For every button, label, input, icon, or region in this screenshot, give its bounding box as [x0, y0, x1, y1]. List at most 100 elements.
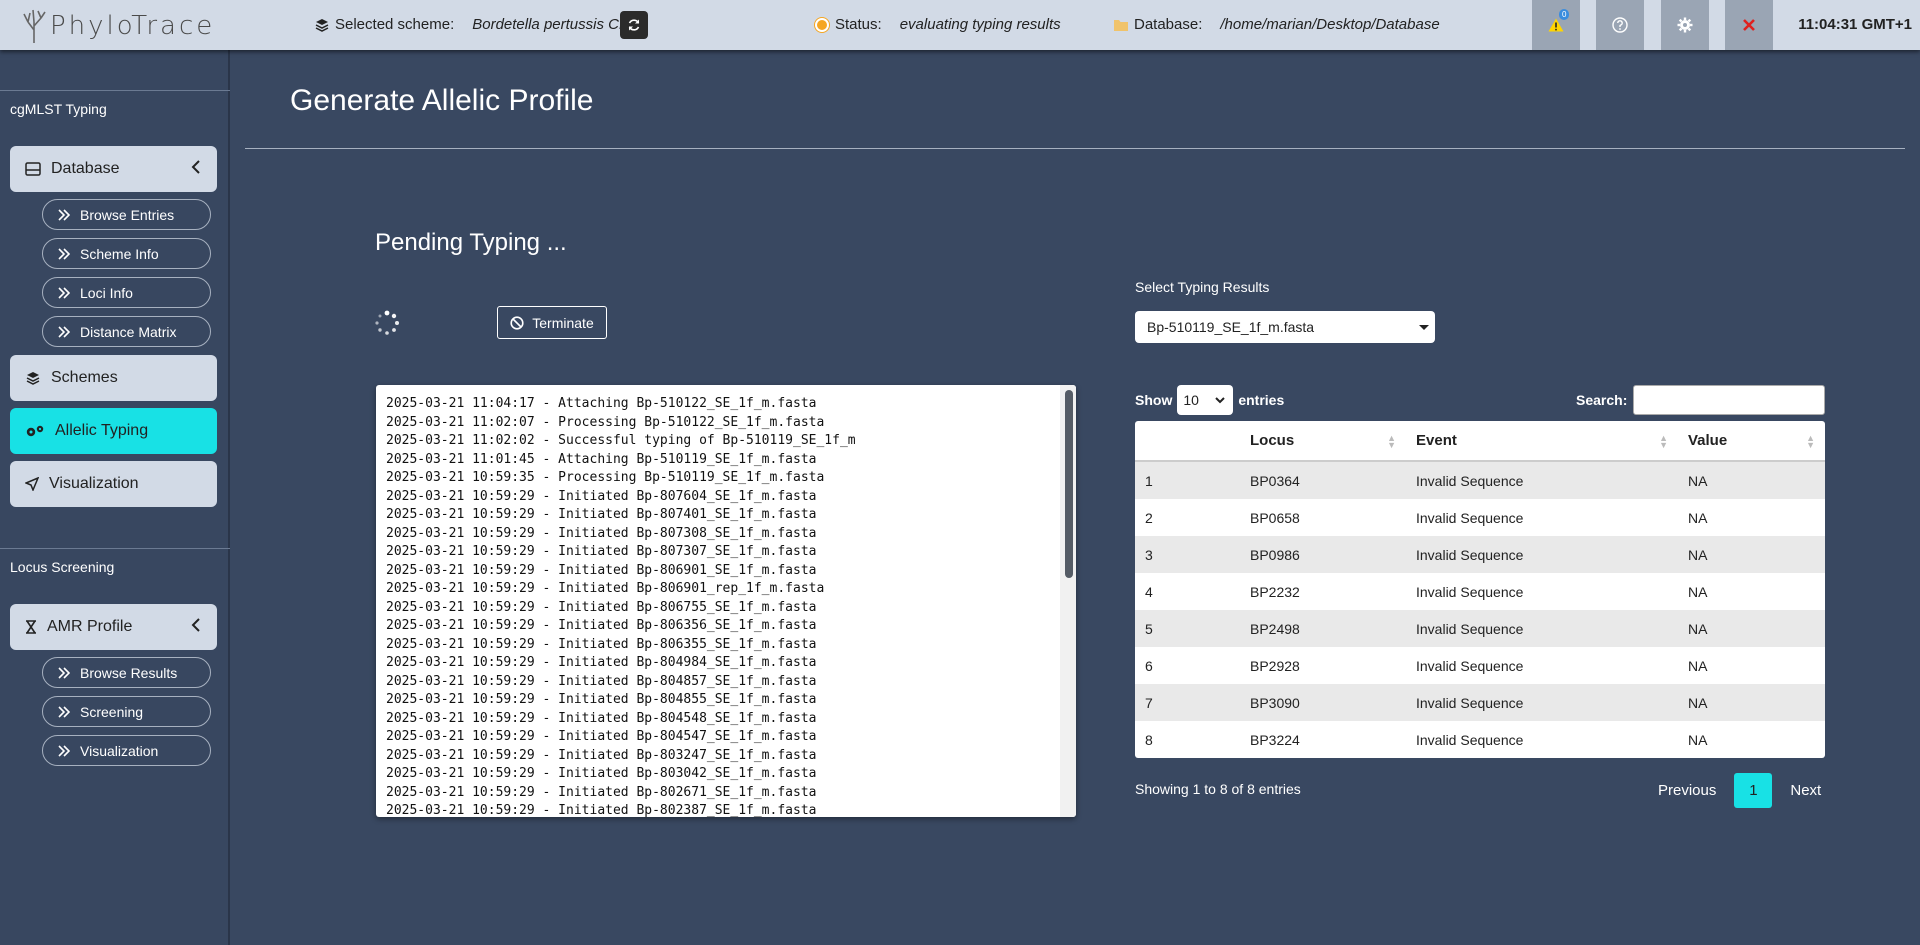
table-row[interactable]: 5 BP2498 Invalid Sequence NA: [1135, 610, 1825, 647]
cell-locus: BP2498: [1250, 620, 1300, 637]
alerts-button[interactable]: 0: [1532, 0, 1580, 50]
log-line: 2025-03-21 11:04:17 - Attaching Bp-51012…: [386, 396, 817, 411]
sidebar-item-visualization[interactable]: Visualization: [10, 461, 217, 507]
tree-logo-icon: [23, 9, 46, 43]
cell-index: 3: [1145, 546, 1153, 563]
sidebar-item-browse-results[interactable]: Browse Results: [42, 657, 211, 688]
typing-log[interactable]: 2025-03-21 11:04:17 - Attaching Bp-51012…: [376, 385, 1076, 817]
cell-value: NA: [1688, 546, 1708, 563]
pagination: Previous 1 Next: [1640, 773, 1839, 808]
log-scrollbar-thumb[interactable]: [1065, 390, 1073, 578]
sidebar-subitem-label: Visualization: [80, 742, 159, 759]
cell-value: NA: [1688, 694, 1708, 711]
sidebar-subitem-label: Browse Results: [80, 664, 178, 681]
sidebar-item-schemes[interactable]: Schemes: [10, 355, 217, 401]
log-line: 2025-03-21 10:59:35 - Processing Bp-5101…: [386, 470, 825, 485]
column-header-value[interactable]: Value ▲ ▼: [1678, 421, 1825, 460]
sidebar-subitem-label: Screening: [80, 703, 144, 720]
typing-results-select[interactable]: Bp-510119_SE_1f_m.fasta: [1135, 311, 1435, 343]
log-line: 2025-03-21 10:59:29 - Initiated Bp-80635…: [386, 636, 817, 652]
sidebar-item-database[interactable]: Database: [10, 146, 217, 192]
cell-event: Invalid Sequence: [1416, 657, 1524, 674]
sidebar-item-browse-entries[interactable]: Browse Entries: [42, 199, 211, 230]
previous-page-button[interactable]: Previous: [1640, 782, 1734, 799]
sort-icon: ▲ ▼: [1806, 433, 1815, 450]
status-value: evaluating typing results: [899, 16, 1061, 33]
settings-button[interactable]: [1661, 0, 1709, 50]
show-label: Show: [1135, 392, 1173, 408]
location-arrow-icon: [25, 477, 39, 491]
sidebar-item-amr-visualization[interactable]: Visualization: [42, 735, 211, 766]
database-indicator: Database: /home/marian/Desktop/Database: [1114, 16, 1440, 33]
sort-icon: ▲ ▼: [1387, 433, 1396, 450]
app-logo: PhyloTrace: [20, 8, 215, 44]
section-label-locus-screening: Locus Screening: [10, 559, 115, 575]
cell-event: Invalid Sequence: [1416, 509, 1524, 526]
sidebar-item-amr-profile[interactable]: AMR Profile: [10, 604, 217, 650]
page-length-select[interactable]: 10: [1177, 385, 1234, 415]
log-line: 2025-03-21 10:59:29 - Initiated Bp-80690…: [386, 581, 825, 596]
cell-event: Invalid Sequence: [1416, 546, 1524, 563]
results-table: Locus ▲ ▼ Event ▲ ▼ Value ▲ ▼ 1 BP0364 Invalid S…: [1135, 421, 1825, 758]
double-chevron-right-icon: [58, 744, 70, 757]
close-app-button[interactable]: [1725, 0, 1773, 50]
log-line: 2025-03-21 10:59:29 - Initiated Bp-80238…: [386, 803, 817, 817]
top-bar: PhyloTrace Selected scheme: Bordetella p…: [0, 0, 1920, 50]
sidebar-item-loci-info[interactable]: Loci Info: [42, 277, 211, 308]
log-line: 2025-03-21 11:02:02 - Successful typing …: [386, 433, 856, 448]
help-button[interactable]: [1596, 0, 1644, 50]
page-title: Generate Allelic Profile: [290, 84, 594, 117]
table-row[interactable]: 7 BP3090 Invalid Sequence NA: [1135, 684, 1825, 721]
log-line: 2025-03-21 10:59:29 - Initiated Bp-80324…: [386, 747, 817, 763]
cell-index: 5: [1145, 620, 1153, 637]
sidebar-item-label: Allelic Typing: [55, 422, 149, 439]
current-page-button[interactable]: 1: [1734, 773, 1773, 808]
sidebar-divider: [0, 90, 230, 91]
sidebar-item-screening[interactable]: Screening: [42, 696, 211, 727]
table-search: Search:: [1576, 385, 1826, 415]
refresh-icon: [628, 19, 640, 31]
title-divider: [245, 148, 1905, 149]
cell-locus: BP3224: [1250, 731, 1300, 748]
sidebar-subitem-label: Browse Entries: [80, 206, 175, 223]
sidebar-item-scheme-info[interactable]: Scheme Info: [42, 238, 211, 269]
alerts-count-badge: 0: [1559, 9, 1570, 20]
log-line: 2025-03-21 10:59:29 - Initiated Bp-80675…: [386, 599, 817, 615]
log-line: 2025-03-21 11:02:07 - Processing Bp-5101…: [386, 414, 825, 430]
cell-locus: BP0364: [1250, 472, 1300, 489]
question-circle-icon: [1612, 17, 1628, 33]
sidebar-item-allelic-typing[interactable]: Allelic Typing: [10, 408, 217, 454]
double-chevron-right-icon: [58, 286, 70, 299]
log-line: 2025-03-21 10:59:29 - Initiated Bp-80454…: [386, 729, 817, 744]
log-line: 2025-03-21 10:59:29 - Initiated Bp-80454…: [386, 710, 817, 726]
close-icon: [1743, 19, 1755, 31]
table-row[interactable]: 4 BP2232 Invalid Sequence NA: [1135, 573, 1825, 610]
terminate-label: Terminate: [532, 314, 594, 331]
scheme-label: Selected scheme:: [335, 16, 455, 33]
cell-locus: BP0986: [1250, 546, 1300, 563]
column-header-event[interactable]: Event ▲ ▼: [1406, 421, 1678, 460]
cell-index: 4: [1145, 583, 1153, 600]
log-line: 2025-03-21 10:59:29 - Initiated Bp-80690…: [386, 562, 817, 578]
log-line: 2025-03-21 10:59:29 - Initiated Bp-80740…: [386, 507, 817, 522]
table-row[interactable]: 2 BP0658 Invalid Sequence NA: [1135, 499, 1825, 536]
terminate-button[interactable]: Terminate: [497, 306, 607, 339]
log-scrollbar[interactable]: [1060, 385, 1076, 817]
column-header-index[interactable]: [1135, 421, 1240, 460]
table-row[interactable]: 6 BP2928 Invalid Sequence NA: [1135, 647, 1825, 684]
sidebar-subitem-label: Scheme Info: [80, 245, 159, 262]
sidebar-item-distance-matrix[interactable]: Distance Matrix: [42, 316, 211, 347]
search-input[interactable]: [1633, 385, 1826, 415]
cell-event: Invalid Sequence: [1416, 620, 1524, 637]
table-row[interactable]: 8 BP3224 Invalid Sequence NA: [1135, 721, 1825, 758]
table-row[interactable]: 3 BP0986 Invalid Sequence NA: [1135, 536, 1825, 573]
page-length-control: Show 10 entries: [1135, 385, 1284, 415]
cell-value: NA: [1688, 620, 1708, 637]
reload-scheme-button[interactable]: [620, 11, 648, 39]
table-row[interactable]: 1 BP0364 Invalid Sequence NA: [1135, 462, 1825, 499]
next-page-button[interactable]: Next: [1772, 782, 1839, 799]
double-chevron-right-icon: [58, 705, 70, 718]
column-header-locus[interactable]: Locus ▲ ▼: [1240, 421, 1406, 460]
cell-value: NA: [1688, 472, 1708, 489]
sort-icon: ▲ ▼: [1659, 433, 1668, 450]
